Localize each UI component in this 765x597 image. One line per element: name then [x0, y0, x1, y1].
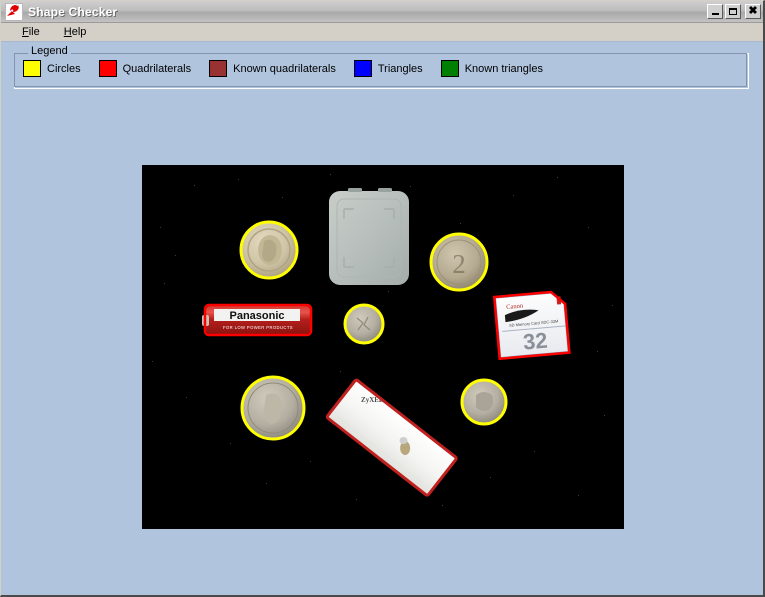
menu-item-file[interactable]: File	[13, 25, 49, 39]
legend-item-triangles: Triangles	[353, 60, 423, 77]
close-icon: ✖	[748, 5, 758, 17]
legend-swatch-quadrilaterals	[98, 60, 117, 77]
svg-text:32: 32	[522, 328, 549, 355]
menu-item-help-label: elp	[71, 26, 87, 38]
app-window: Shape Checker ✖ File Help Legend Circles…	[0, 0, 765, 597]
legend-label-known-triangles: Known triangles	[464, 62, 543, 75]
legend-label-quadrilaterals: Quadrilaterals	[122, 62, 192, 75]
satellite-dish-icon	[5, 2, 23, 21]
legend-item-known-quadrilaterals: Known quadrilaterals	[209, 60, 336, 77]
legend-item-quadrilaterals: Quadrilaterals	[98, 60, 192, 77]
maximize-icon	[729, 8, 737, 15]
window-controls: ✖	[707, 4, 761, 19]
legend-label-known-quadrilaterals: Known quadrilaterals	[233, 62, 336, 75]
object-plastic-case	[329, 188, 409, 285]
legend-label-triangles: Triangles	[377, 62, 423, 75]
maximize-button[interactable]	[725, 4, 741, 19]
legend-label-circles: Circles	[47, 62, 81, 75]
minimize-button[interactable]	[707, 4, 723, 19]
title-bar[interactable]: Shape Checker ✖	[1, 1, 763, 23]
minimize-icon	[711, 13, 719, 15]
detection-canvas: 2 Panasonic FOR LOW POWER PRODUCTS Canon…	[142, 165, 624, 529]
legend-item-known-triangles: Known triangles	[440, 60, 543, 77]
legend-items: Circles Quadrilaterals Known quadrilater…	[23, 60, 744, 77]
detection-image-panel[interactable]: 2 Panasonic FOR LOW POWER PRODUCTS Canon…	[142, 165, 624, 529]
close-button[interactable]: ✖	[745, 4, 761, 19]
menu-item-file-label: ile	[28, 26, 40, 38]
legend-swatch-known-triangles	[440, 60, 459, 77]
menu-item-help[interactable]: Help	[55, 25, 96, 39]
object-battery-panasonic: Panasonic FOR LOW POWER PRODUCTS	[202, 306, 310, 334]
menu-bar: File Help	[1, 23, 763, 42]
legend-item-circles: Circles	[23, 60, 81, 77]
svg-text:2: 2	[452, 249, 466, 279]
legend-groupbox: Legend Circles Quadrilaterals Known quad…	[14, 46, 749, 89]
legend-title: Legend	[28, 46, 71, 57]
window-title: Shape Checker	[28, 4, 118, 19]
legend-swatch-known-quadrilaterals	[209, 60, 228, 77]
svg-text:FOR LOW POWER PRODUCTS: FOR LOW POWER PRODUCTS	[223, 325, 293, 330]
svg-text:Panasonic: Panasonic	[229, 310, 284, 322]
client-area: Legend Circles Quadrilaterals Known quad…	[1, 42, 763, 595]
legend-swatch-circles	[23, 60, 41, 77]
object-sd-card-canon: Canon SD Memory Card SDC-32M 32	[494, 292, 569, 359]
legend-swatch-triangles	[353, 60, 372, 77]
